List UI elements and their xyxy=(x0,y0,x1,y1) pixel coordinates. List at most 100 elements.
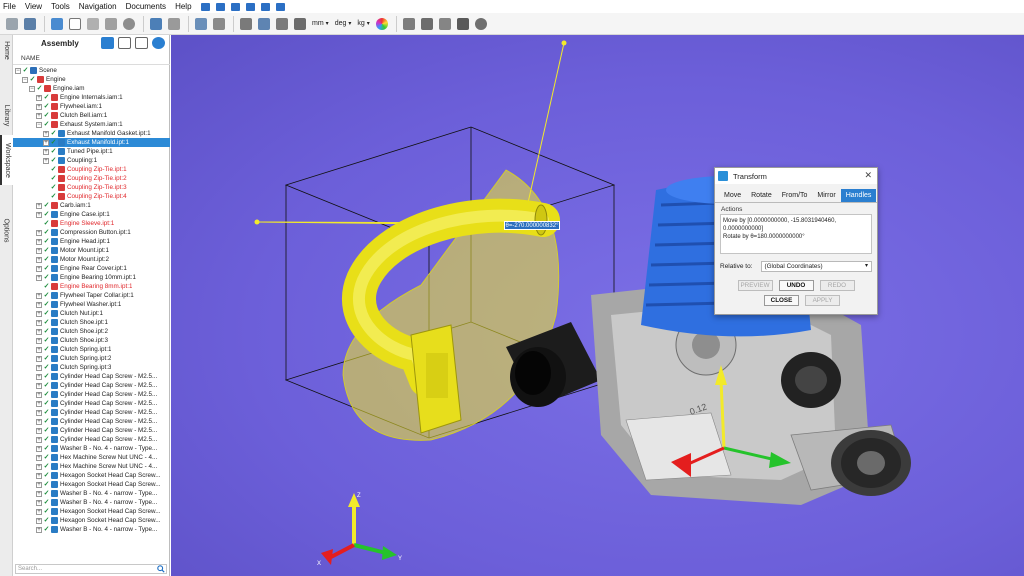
expand-icon[interactable]: + xyxy=(36,454,42,461)
search-input[interactable]: Search... xyxy=(15,564,167,574)
tree-row[interactable]: + ✓ Cylinder Head Cap Screw - M2.5... xyxy=(13,372,170,381)
visibility-checkbox[interactable]: ✓ xyxy=(50,184,57,191)
close-icon[interactable]: ✕ xyxy=(864,170,872,181)
visibility-checkbox[interactable]: ✓ xyxy=(43,238,50,245)
expand-icon[interactable]: + xyxy=(36,274,42,281)
visibility-checkbox[interactable]: ✓ xyxy=(43,499,50,506)
tree-row[interactable]: − ✓ Engine xyxy=(13,75,170,84)
visibility-checkbox[interactable]: ✓ xyxy=(43,112,50,119)
angle-button[interactable] xyxy=(238,16,254,32)
visibility-checkbox[interactable]: ✓ xyxy=(43,94,50,101)
visibility-checkbox[interactable]: ✓ xyxy=(43,445,50,452)
apply-button[interactable]: APPLY xyxy=(805,295,840,306)
expand-icon[interactable]: + xyxy=(36,112,42,119)
tab-home[interactable]: Home xyxy=(0,35,13,65)
tree-row[interactable]: + ✓ Clutch Bell.iam:1 xyxy=(13,111,170,120)
tree-row[interactable]: + ✓ Exhaust Manifold Gasket.ipt:1 xyxy=(13,129,170,138)
action-item[interactable]: Rotate by θ=180.0000000000° xyxy=(723,233,869,241)
redo-icon[interactable] xyxy=(230,2,240,11)
visibility-checkbox[interactable]: ✓ xyxy=(43,526,50,533)
transform-button[interactable] xyxy=(455,16,471,32)
visibility-checkbox[interactable]: ✓ xyxy=(43,121,50,128)
tree-row[interactable]: + ✓ Engine Head.ipt:1 xyxy=(13,237,170,246)
visibility-checkbox[interactable]: ✓ xyxy=(43,301,50,308)
expand-icon[interactable]: + xyxy=(36,472,42,479)
tree-row[interactable]: + ✓ Exhaust Manifold.ipt:1 xyxy=(13,138,170,147)
visibility-checkbox[interactable]: ✓ xyxy=(43,463,50,470)
expand-icon[interactable]: + xyxy=(36,409,42,416)
collapse-icon[interactable]: − xyxy=(22,76,28,83)
menu-help[interactable]: Help xyxy=(175,2,191,11)
visibility-checkbox[interactable]: ✓ xyxy=(43,274,50,281)
mass-unit-select[interactable]: kg ▾ xyxy=(357,20,369,27)
expand-icon[interactable]: + xyxy=(36,337,42,344)
menu-navigation[interactable]: Navigation xyxy=(79,2,117,11)
open-icon[interactable] xyxy=(200,2,210,11)
explode-button[interactable] xyxy=(148,16,164,32)
visibility-checkbox[interactable]: ✓ xyxy=(43,373,50,380)
menu-file[interactable]: File xyxy=(3,2,16,11)
tree-row[interactable]: ✓ Coupling Zip-Tie.ipt:3 xyxy=(13,183,170,192)
tree-row[interactable]: + ✓ Cylinder Head Cap Screw - M2.5... xyxy=(13,408,170,417)
visibility-checkbox[interactable]: ✓ xyxy=(36,85,43,92)
tree-row[interactable]: + ✓ Cylinder Head Cap Screw - M2.5... xyxy=(13,390,170,399)
eye-icon[interactable] xyxy=(152,37,165,49)
expand-icon[interactable]: + xyxy=(36,382,42,389)
tab-rotate[interactable]: Rotate xyxy=(746,189,777,202)
visibility-checkbox[interactable]: ✓ xyxy=(43,328,50,335)
tab-options[interactable]: Options xyxy=(0,210,13,250)
copy-button[interactable] xyxy=(401,16,417,32)
tab-library[interactable]: Library xyxy=(0,95,13,135)
tree-row[interactable]: + ✓ Clutch Shoe.ipt:3 xyxy=(13,336,170,345)
expand-icon[interactable]: + xyxy=(36,256,42,263)
expand-icon[interactable]: + xyxy=(36,436,42,443)
visibility-checkbox[interactable]: ✓ xyxy=(43,400,50,407)
visibility-checkbox[interactable]: ✓ xyxy=(43,202,50,209)
visibility-checkbox[interactable]: ✓ xyxy=(43,247,50,254)
cloud-icon[interactable] xyxy=(275,2,285,11)
visibility-checkbox[interactable]: ✓ xyxy=(43,454,50,461)
visibility-checkbox[interactable]: ✓ xyxy=(43,391,50,398)
search-icon[interactable] xyxy=(157,565,165,573)
tree-row[interactable]: + ✓ Cylinder Head Cap Screw - M2.5... xyxy=(13,381,170,390)
layers-button[interactable] xyxy=(85,16,101,32)
expand-icon[interactable]: + xyxy=(36,427,42,434)
preview-button[interactable]: PREVIEW xyxy=(737,280,773,291)
tree-row[interactable]: + ✓ Hexagon Socket Head Cap Screw... xyxy=(13,507,170,516)
settings-button[interactable] xyxy=(473,16,489,32)
expand-icon[interactable]: + xyxy=(36,229,42,236)
expand-icon[interactable]: + xyxy=(36,508,42,515)
visibility-checkbox[interactable]: ✓ xyxy=(43,427,50,434)
scene-canvas[interactable]: 0.12 Z Y X xyxy=(171,35,1024,576)
expand-icon[interactable]: + xyxy=(36,499,42,506)
tree-row[interactable]: + ✓ Cylinder Head Cap Screw - M2.5... xyxy=(13,435,170,444)
tree-row[interactable]: + ✓ Coupling:1 xyxy=(13,156,170,165)
tree-row[interactable]: + ✓ Flywheel Taper Collar.ipt:1 xyxy=(13,291,170,300)
tree-row[interactable]: + ✓ Engine Case.ipt:1 xyxy=(13,210,170,219)
visibility-checkbox[interactable]: ✓ xyxy=(43,436,50,443)
expand-icon[interactable]: + xyxy=(43,130,49,137)
tree-scrollbar[interactable] xyxy=(164,66,168,562)
group-button[interactable] xyxy=(419,16,435,32)
expand-icon[interactable]: + xyxy=(36,292,42,299)
tree-row[interactable]: ✓ Coupling Zip-Tie.ipt:1 xyxy=(13,165,170,174)
visibility-checkbox[interactable]: ✓ xyxy=(50,148,57,155)
collapse-icon[interactable]: − xyxy=(36,121,42,128)
visibility-checkbox[interactable]: ✓ xyxy=(43,472,50,479)
relative-to-select[interactable]: (Global Coordinates) ▾ xyxy=(760,261,872,272)
display-button[interactable] xyxy=(67,16,83,32)
select-tool-button[interactable] xyxy=(4,16,20,32)
tree-row[interactable]: − ✓ Scene xyxy=(13,66,170,75)
tree-row[interactable]: ✓ Coupling Zip-Tie.ipt:2 xyxy=(13,174,170,183)
tab-move[interactable]: Move xyxy=(719,189,746,202)
expand-icon[interactable]: + xyxy=(36,463,42,470)
constraint-button[interactable] xyxy=(292,16,308,32)
axis-button[interactable] xyxy=(274,16,290,32)
expand-icon[interactable]: + xyxy=(43,157,49,164)
expand-icon[interactable]: + xyxy=(36,310,42,317)
angle-unit-select[interactable]: deg ▾ xyxy=(335,20,352,27)
expand-icon[interactable]: + xyxy=(36,391,42,398)
view-button[interactable] xyxy=(49,16,65,32)
visibility-checkbox[interactable]: ✓ xyxy=(43,517,50,524)
collapse-icon[interactable]: − xyxy=(15,67,21,74)
